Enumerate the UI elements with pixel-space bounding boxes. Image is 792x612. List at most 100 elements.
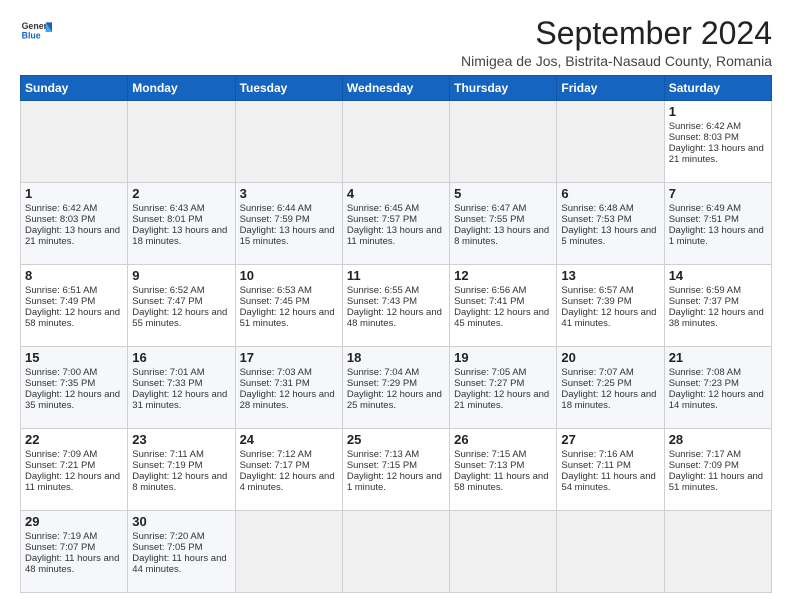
sunrise-text: Sunrise: 7:04 AM (347, 367, 445, 378)
daylight-text: Daylight: 12 hours and 14 minutes. (669, 389, 767, 411)
day-number: 28 (669, 432, 767, 447)
col-saturday: Saturday (664, 76, 771, 101)
sunset-text: Sunset: 7:47 PM (132, 296, 230, 307)
daylight-text: Daylight: 12 hours and 38 minutes. (669, 307, 767, 329)
sunrise-text: Sunrise: 6:56 AM (454, 285, 552, 296)
sunrise-text: Sunrise: 7:05 AM (454, 367, 552, 378)
day-number: 27 (561, 432, 659, 447)
sunrise-text: Sunrise: 6:44 AM (240, 203, 338, 214)
daylight-text: Daylight: 11 hours and 51 minutes. (669, 471, 767, 493)
col-friday: Friday (557, 76, 664, 101)
col-sunday: Sunday (21, 76, 128, 101)
daylight-text: Daylight: 12 hours and 4 minutes. (240, 471, 338, 493)
calendar-cell: 2Sunrise: 6:43 AMSunset: 8:01 PMDaylight… (128, 183, 235, 265)
calendar-cell: 21Sunrise: 7:08 AMSunset: 7:23 PMDayligh… (664, 347, 771, 429)
daylight-text: Daylight: 13 hours and 1 minute. (669, 225, 767, 247)
calendar-cell: 15Sunrise: 7:00 AMSunset: 7:35 PMDayligh… (21, 347, 128, 429)
sunset-text: Sunset: 7:19 PM (132, 460, 230, 471)
calendar-week-row: 15Sunrise: 7:00 AMSunset: 7:35 PMDayligh… (21, 347, 772, 429)
calendar-cell: 14Sunrise: 6:59 AMSunset: 7:37 PMDayligh… (664, 265, 771, 347)
logo: General Blue (20, 16, 52, 48)
calendar-cell: 20Sunrise: 7:07 AMSunset: 7:25 PMDayligh… (557, 347, 664, 429)
day-number: 12 (454, 268, 552, 283)
sunrise-text: Sunrise: 6:53 AM (240, 285, 338, 296)
day-number: 21 (669, 350, 767, 365)
sunrise-text: Sunrise: 6:45 AM (347, 203, 445, 214)
day-number: 11 (347, 268, 445, 283)
day-number: 25 (347, 432, 445, 447)
sunrise-text: Sunrise: 6:52 AM (132, 285, 230, 296)
sunrise-text: Sunrise: 7:20 AM (132, 531, 230, 542)
sunset-text: Sunset: 7:17 PM (240, 460, 338, 471)
day-number: 17 (240, 350, 338, 365)
sunrise-text: Sunrise: 7:16 AM (561, 449, 659, 460)
calendar-cell (128, 101, 235, 183)
sunrise-text: Sunrise: 6:47 AM (454, 203, 552, 214)
day-number: 14 (669, 268, 767, 283)
col-wednesday: Wednesday (342, 76, 449, 101)
sunrise-text: Sunrise: 7:09 AM (25, 449, 123, 460)
daylight-text: Daylight: 12 hours and 28 minutes. (240, 389, 338, 411)
day-number: 4 (347, 186, 445, 201)
sunrise-text: Sunrise: 7:15 AM (454, 449, 552, 460)
daylight-text: Daylight: 12 hours and 21 minutes. (454, 389, 552, 411)
sunset-text: Sunset: 7:05 PM (132, 542, 230, 553)
calendar-week-row: 29Sunrise: 7:19 AMSunset: 7:07 PMDayligh… (21, 511, 772, 593)
daylight-text: Daylight: 13 hours and 5 minutes. (561, 225, 659, 247)
sunset-text: Sunset: 7:07 PM (25, 542, 123, 553)
day-number: 20 (561, 350, 659, 365)
calendar-cell (450, 511, 557, 593)
calendar-cell (342, 101, 449, 183)
sunrise-text: Sunrise: 7:03 AM (240, 367, 338, 378)
calendar-cell (557, 511, 664, 593)
calendar-cell: 30Sunrise: 7:20 AMSunset: 7:05 PMDayligh… (128, 511, 235, 593)
day-number: 30 (132, 514, 230, 529)
daylight-text: Daylight: 12 hours and 58 minutes. (25, 307, 123, 329)
calendar-cell: 7Sunrise: 6:49 AMSunset: 7:51 PMDaylight… (664, 183, 771, 265)
day-number: 24 (240, 432, 338, 447)
calendar-cell: 28 Sunrise: 7:17 AMSunset: 7:09 PMDayligh… (664, 429, 771, 511)
daylight-text: Daylight: 13 hours and 11 minutes. (347, 225, 445, 247)
calendar-cell: 23Sunrise: 7:11 AMSunset: 7:19 PMDayligh… (128, 429, 235, 511)
sunrise-text: Sunrise: 6:57 AM (561, 285, 659, 296)
calendar-cell (664, 511, 771, 593)
sunrise-text: Sunrise: 7:17 AM (669, 449, 767, 460)
calendar-cell: 22Sunrise: 7:09 AMSunset: 7:21 PMDayligh… (21, 429, 128, 511)
sunset-text: Sunset: 7:25 PM (561, 378, 659, 389)
calendar-cell: 11Sunrise: 6:55 AMSunset: 7:43 PMDayligh… (342, 265, 449, 347)
sunset-text: Sunset: 7:29 PM (347, 378, 445, 389)
calendar-cell: 12Sunrise: 6:56 AMSunset: 7:41 PMDayligh… (450, 265, 557, 347)
sunset-text: Sunset: 7:13 PM (454, 460, 552, 471)
sunset-text: Sunset: 7:09 PM (669, 460, 767, 471)
calendar-cell: 10Sunrise: 6:53 AMSunset: 7:45 PMDayligh… (235, 265, 342, 347)
col-monday: Monday (128, 76, 235, 101)
day-number: 3 (240, 186, 338, 201)
sunset-text: Sunset: 8:01 PM (132, 214, 230, 225)
sunrise-text: Sunrise: 6:51 AM (25, 285, 123, 296)
day-number: 5 (454, 186, 552, 201)
sunrise-text: Sunrise: 7:01 AM (132, 367, 230, 378)
calendar-week-row: 1Sunrise: 6:42 AMSunset: 8:03 PMDaylight… (21, 183, 772, 265)
sunrise-text: Sunrise: 6:43 AM (132, 203, 230, 214)
sunrise-text: Sunrise: 7:12 AM (240, 449, 338, 460)
sunset-text: Sunset: 7:59 PM (240, 214, 338, 225)
sunrise-text: Sunrise: 7:08 AM (669, 367, 767, 378)
calendar-cell: 3Sunrise: 6:44 AMSunset: 7:59 PMDaylight… (235, 183, 342, 265)
daylight-text: Daylight: 11 hours and 48 minutes. (25, 553, 123, 575)
calendar-cell: 8Sunrise: 6:51 AMSunset: 7:49 PMDaylight… (21, 265, 128, 347)
sunrise-text: Sunrise: 7:00 AM (25, 367, 123, 378)
location-subtitle: Nimigea de Jos, Bistrita-Nasaud County, … (461, 53, 772, 69)
sunrise-text: Sunrise: 6:49 AM (669, 203, 767, 214)
sunset-text: Sunset: 7:33 PM (132, 378, 230, 389)
daylight-text: Daylight: 12 hours and 25 minutes. (347, 389, 445, 411)
title-block: September 2024 Nimigea de Jos, Bistrita-… (461, 16, 772, 69)
calendar-week-row: 8Sunrise: 6:51 AMSunset: 7:49 PMDaylight… (21, 265, 772, 347)
calendar-cell: 9Sunrise: 6:52 AMSunset: 7:47 PMDaylight… (128, 265, 235, 347)
daylight-text: Daylight: 12 hours and 8 minutes. (132, 471, 230, 493)
sunset-text: Sunset: 7:21 PM (25, 460, 123, 471)
col-tuesday: Tuesday (235, 76, 342, 101)
sunset-text: Sunset: 7:57 PM (347, 214, 445, 225)
daylight-text: Daylight: 13 hours and 21 minutes. (669, 143, 767, 165)
calendar-cell (342, 511, 449, 593)
sunset-text: Sunset: 7:41 PM (454, 296, 552, 307)
